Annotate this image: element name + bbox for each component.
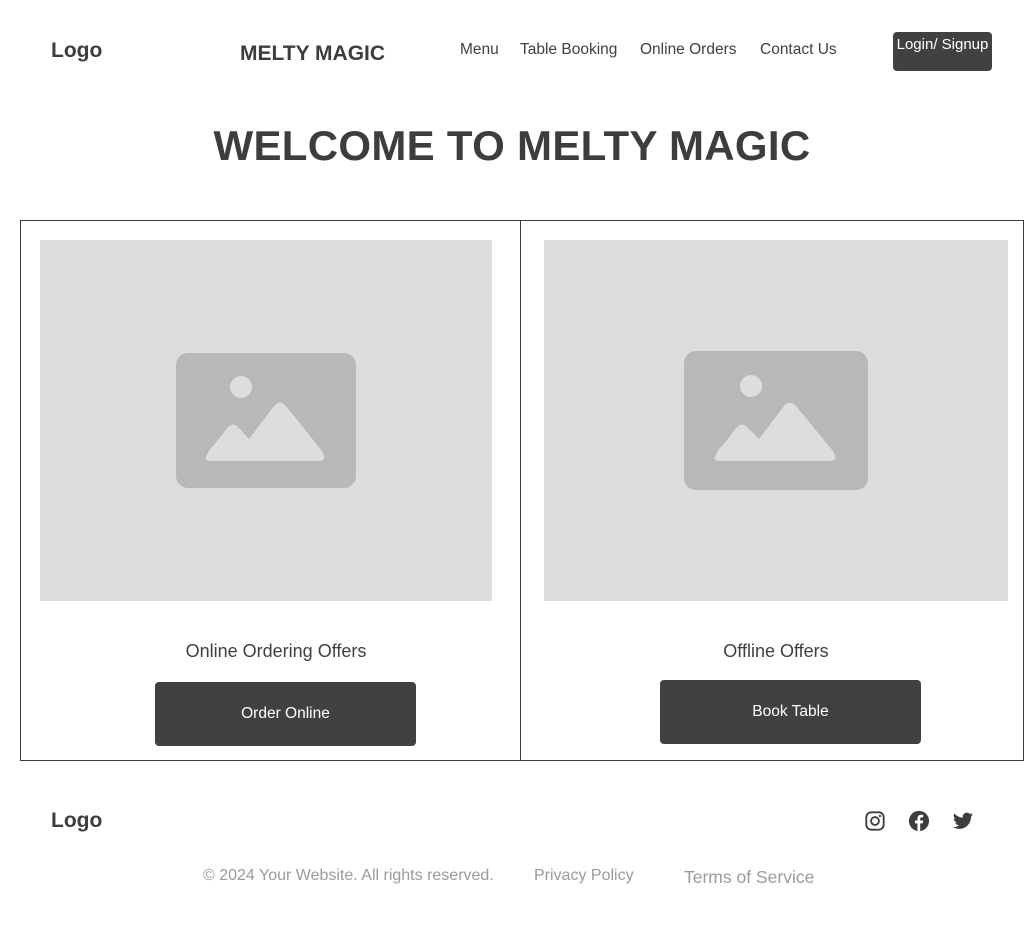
- offline-offers-image: [544, 240, 1008, 601]
- image-placeholder-icon: [176, 353, 356, 488]
- brand-name: MELTY MAGIC: [240, 42, 386, 65]
- login-signup-button[interactable]: Login/ Signup: [893, 32, 992, 71]
- header-logo[interactable]: Logo: [51, 39, 102, 63]
- page-title: WELCOME TO MELTY MAGIC: [213, 122, 811, 169]
- order-online-button[interactable]: Order Online: [155, 682, 416, 746]
- image-placeholder-icon: [684, 351, 868, 490]
- online-offers-title: Online Ordering Offers: [185, 641, 367, 661]
- nav-online-orders[interactable]: Online Orders: [640, 41, 736, 59]
- online-offers-image: [40, 240, 492, 601]
- nav-menu[interactable]: Menu: [460, 41, 499, 59]
- copyright-text: © 2024 Your Website. All rights reserved…: [203, 867, 494, 884]
- footer-logo[interactable]: Logo: [51, 809, 102, 833]
- twitter-icon[interactable]: [952, 810, 974, 832]
- privacy-policy-link[interactable]: Privacy Policy: [534, 866, 634, 886]
- card-divider: [520, 220, 521, 761]
- offline-offers-title: Offline Offers: [723, 641, 829, 661]
- instagram-icon[interactable]: [864, 810, 886, 832]
- facebook-icon[interactable]: [908, 810, 930, 832]
- nav-contact-us[interactable]: Contact Us: [760, 41, 837, 59]
- terms-of-service-link[interactable]: Terms of Service: [684, 867, 814, 887]
- book-table-button[interactable]: Book Table: [660, 680, 921, 744]
- nav-table-booking[interactable]: Table Booking: [520, 41, 617, 59]
